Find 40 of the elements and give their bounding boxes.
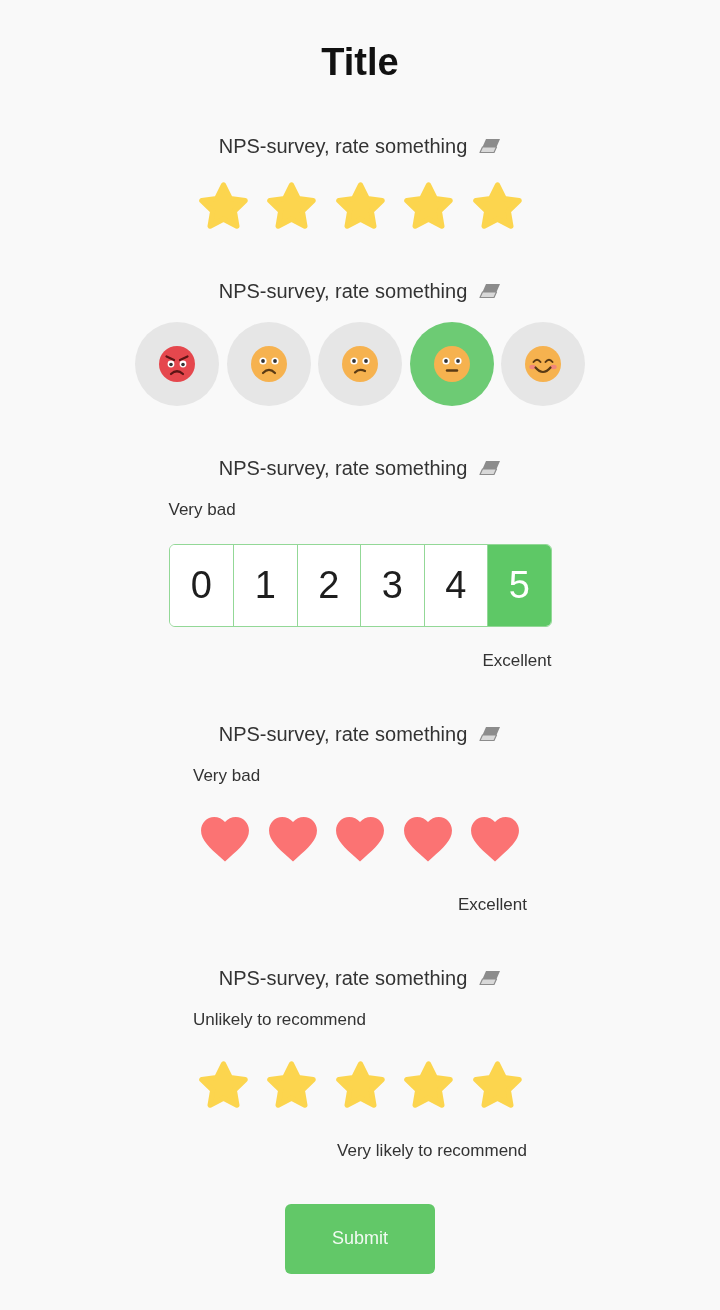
- star-icon[interactable]: [198, 1060, 248, 1108]
- star-icon[interactable]: [198, 182, 248, 229]
- page-title: Title: [321, 40, 399, 84]
- eraser-icon[interactable]: [479, 969, 502, 986]
- smiling-face-icon: [525, 346, 561, 382]
- question-label: NPS-survey, rate something: [218, 722, 468, 747]
- heart-rating[interactable]: [201, 817, 519, 862]
- star-icon[interactable]: [267, 1060, 316, 1108]
- question-label: NPS-survey, rate something: [218, 456, 468, 481]
- neutral-face-icon: [433, 346, 470, 382]
- eraser-icon[interactable]: [479, 726, 502, 742]
- star-icon[interactable]: [335, 1060, 385, 1108]
- star-icon[interactable]: [335, 182, 385, 229]
- sad-face-icon: [250, 346, 287, 382]
- heart-icon[interactable]: [268, 817, 317, 862]
- question-label: NPS-survey, rate something: [218, 965, 468, 991]
- heart-icon[interactable]: [201, 817, 249, 862]
- star-rating[interactable]: [198, 1060, 522, 1108]
- star-icon[interactable]: [404, 182, 453, 229]
- max-label: Very likely to recommend: [337, 1139, 527, 1162]
- star-rating[interactable]: [198, 182, 522, 229]
- question-label: NPS-survey, rate something: [218, 279, 468, 304]
- worried-face-icon: [342, 346, 378, 382]
- heart-icon[interactable]: [336, 817, 384, 862]
- eraser-icon[interactable]: [479, 460, 502, 476]
- angry-face-icon: [159, 346, 195, 382]
- max-label: Excellent: [458, 893, 527, 916]
- star-icon[interactable]: [404, 1060, 453, 1108]
- question-label: NPS-survey, rate something: [218, 134, 468, 159]
- min-label: Very bad: [168, 499, 236, 521]
- star-icon[interactable]: [267, 182, 316, 229]
- max-label: Excellent: [482, 650, 552, 672]
- eraser-icon[interactable]: [479, 138, 502, 154]
- eraser-icon[interactable]: [479, 283, 502, 299]
- min-label: Very bad: [193, 765, 261, 787]
- heart-icon[interactable]: [471, 817, 519, 862]
- min-label: Unlikely to recommend: [193, 1008, 366, 1031]
- heart-icon[interactable]: [403, 817, 452, 862]
- star-icon[interactable]: [472, 1060, 522, 1108]
- star-icon[interactable]: [472, 182, 522, 229]
